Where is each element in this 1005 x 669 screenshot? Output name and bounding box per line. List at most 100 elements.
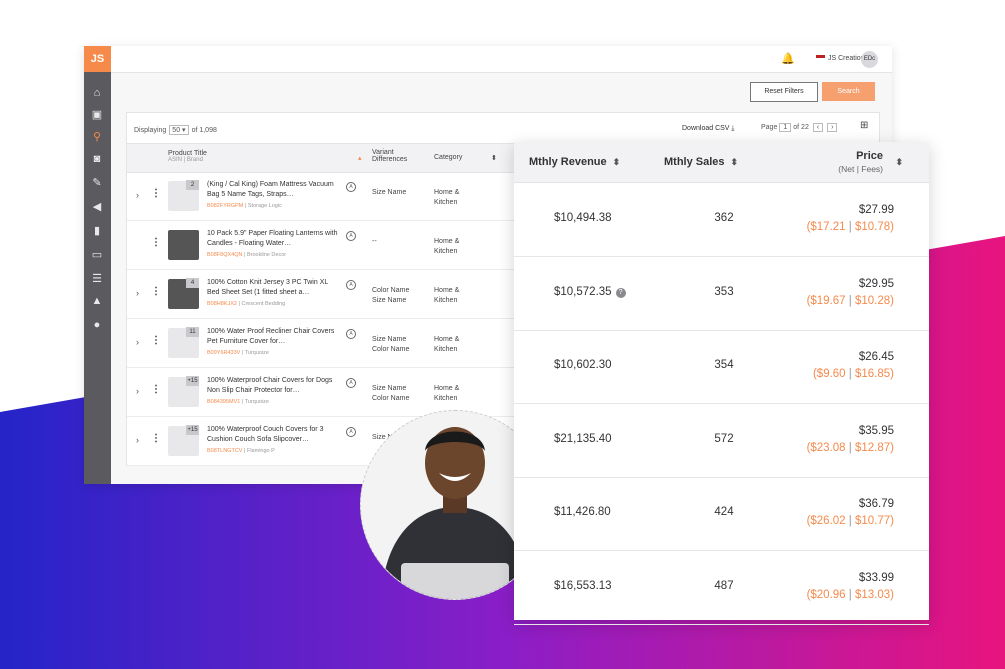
variant-differences: -- [372, 238, 377, 245]
category: Home & Kitchen [434, 189, 460, 206]
category: Home & Kitchen [434, 336, 460, 353]
metrics-row[interactable]: $16,553.13 487 $33.99 ($20.96 | $13.03) [514, 551, 929, 625]
net-fees: ($20.96 | $13.03) [806, 588, 894, 601]
variant-differences: Size Name Color Name [372, 385, 410, 402]
chart-icon[interactable]: ▮ [90, 224, 104, 238]
net-fees: ($19.67 | $10.28) [806, 294, 894, 307]
variant-count-badge: 4 [186, 278, 199, 288]
monthly-revenue: $21,135.40 [554, 432, 612, 445]
globe-icon[interactable]: ● [90, 318, 104, 332]
col-monthly-sales[interactable]: Mthly Sales ⬍ [664, 156, 738, 168]
avatar[interactable]: EDc [861, 51, 878, 68]
asin-brand: B08F8QX4QN | Brookline Decor [207, 252, 287, 258]
asin-brand: B08H8KJX2 | Crescent Bedding [207, 301, 286, 307]
product-title[interactable]: 100% Waterproof Chair Covers for Dogs No… [207, 376, 341, 396]
product-info-icon[interactable]: A [346, 378, 356, 388]
graduation-icon[interactable]: ▲ [90, 294, 104, 308]
search-icon[interactable]: ⚲ [90, 130, 104, 144]
metrics-row[interactable]: $10,572.35? 353 $29.95 ($19.67 | $10.28) [514, 257, 929, 331]
sort-icon: ⬍ [612, 157, 621, 167]
net-fees: ($23.08 | $12.87) [806, 441, 894, 454]
monthly-sales: 362 [714, 212, 734, 224]
expand-chevron-icon[interactable]: › [136, 435, 139, 445]
binoculars-icon[interactable]: ◙ [90, 152, 104, 166]
columns-icon[interactable]: ⊞ [860, 120, 868, 131]
monthly-sales: 487 [714, 579, 734, 592]
asin-brand: B09Y6R433V | Turquoize [207, 350, 269, 356]
metrics-card-header: Mthly Revenue ⬍ Mthly Sales ⬍ Price ⬍ (Net… [514, 142, 929, 183]
megaphone-icon[interactable]: ◀ [90, 200, 104, 214]
row-menu-icon[interactable]: ⋮ [151, 433, 161, 444]
col-monthly-revenue[interactable]: Mthly Revenue ⬍ [529, 156, 620, 168]
monthly-sales: 354 [714, 359, 734, 371]
net-fees: ($26.02 | $10.77) [806, 515, 894, 527]
monthly-sales: 353 [714, 285, 734, 298]
row-menu-icon[interactable]: ⋮ [151, 384, 161, 395]
expand-chevron-icon[interactable]: › [136, 190, 139, 200]
price: $29.95 [858, 277, 894, 290]
variant-count-badge: 2 [186, 180, 199, 190]
product-info-icon[interactable]: A [346, 329, 356, 339]
product-title[interactable]: 100% Water Proof Recliner Chair Covers P… [207, 327, 341, 347]
price-sort-icon[interactable]: ⬍ [895, 156, 903, 168]
sort-icon[interactable]: ⬍ [491, 154, 497, 162]
col-category[interactable]: Category [434, 154, 462, 161]
metrics-row[interactable]: $21,135.40 572 $35.95 ($23.08 | $12.87) [514, 404, 929, 478]
col-product-title[interactable]: Product Title ASIN | Brand [168, 150, 207, 163]
product-title[interactable]: 100% Waterproof Couch Covers for 3 Cushi… [207, 425, 341, 445]
per-page-select[interactable]: 50 ▾ [169, 125, 189, 135]
sidebar: JS ⌂ ▣ ⚲ ◙ ✎ ◀ ▮ ▭ ☰ ▲ ● [84, 46, 111, 484]
download-csv-button[interactable]: Download CSV ⤓ [682, 125, 735, 133]
product-info-icon[interactable]: A [346, 427, 356, 437]
row-menu-icon[interactable]: ⋮ [151, 286, 161, 297]
next-page-button[interactable]: › [827, 123, 838, 132]
product-info-icon[interactable]: A [346, 182, 356, 192]
col-variant[interactable]: Variant Differences [372, 149, 427, 163]
row-menu-icon[interactable]: ⋮ [151, 237, 161, 248]
product-info-icon[interactable]: A [346, 280, 356, 290]
product-title[interactable]: (King / Cal King) Foam Mattress Vacuum B… [207, 180, 341, 200]
asin-brand: B08TLNGTCV | Flamingo P [207, 448, 275, 454]
js-logo[interactable]: JS [84, 46, 111, 72]
category: Home & Kitchen [434, 238, 460, 255]
expand-chevron-icon[interactable]: › [136, 288, 139, 298]
variant-differences: Size Name [372, 189, 407, 196]
bag-icon[interactable]: ▣ [90, 108, 104, 122]
price: $33.99 [858, 571, 894, 584]
wrench-icon[interactable]: ✎ [90, 176, 104, 190]
category: Home & Kitchen [434, 385, 460, 402]
price: $35.95 [858, 424, 894, 437]
help-icon[interactable]: ? [615, 287, 626, 298]
expand-chevron-icon[interactable]: › [136, 386, 139, 396]
product-thumbnail[interactable] [168, 230, 199, 260]
product-title[interactable]: 100% Cotton Knit Jersey 3 PC Twin XL Bed… [207, 278, 341, 298]
sort-up-icon[interactable]: ▴ [358, 154, 362, 162]
row-menu-icon[interactable]: ⋮ [151, 188, 161, 199]
home-icon[interactable]: ⌂ [90, 86, 104, 100]
price: $26.45 [858, 351, 894, 363]
variant-count-badge: +15 [186, 376, 199, 386]
list-icon[interactable]: ☰ [90, 272, 104, 286]
row-menu-icon[interactable]: ⋮ [151, 335, 161, 346]
product-title[interactable]: 10 Pack 5.9" Paper Floating Lanterns wit… [207, 229, 341, 249]
metrics-row[interactable]: $11,426.80 424 $36.79 ($26.02 | $10.77) [514, 477, 929, 551]
metrics-row[interactable]: $10,494.38 362 $27.99 ($17.21 | $10.78) [514, 183, 929, 257]
variant-differences: Color Name Size Name [372, 287, 410, 304]
col-price[interactable]: Price [856, 150, 883, 162]
product-info-icon[interactable]: A [346, 231, 356, 241]
prev-page-button[interactable]: ‹ [812, 123, 824, 132]
price: $27.99 [858, 204, 894, 216]
variant-count-badge: +15 [186, 425, 199, 435]
metrics-row[interactable]: $10,602.30 354 $26.45 ($9.60 | $16.85) [514, 330, 929, 404]
search-button[interactable]: Search [822, 82, 875, 101]
monthly-revenue: $10,494.38 [554, 212, 612, 224]
page-input[interactable]: 1 [779, 123, 792, 132]
metrics-card: Mthly Revenue ⬍ Mthly Sales ⬍ Price ⬍ (Net… [514, 142, 929, 625]
expand-chevron-icon[interactable]: › [136, 337, 139, 347]
download-icon: ⤓ [731, 125, 735, 132]
monthly-sales: 424 [714, 506, 734, 518]
net-fees: ($9.60 | $16.85) [812, 368, 894, 380]
reset-filters-button[interactable]: Reset Filters [750, 82, 818, 102]
bell-icon[interactable]: 🔔 [781, 52, 795, 65]
ad-icon[interactable]: ▭ [90, 248, 104, 262]
